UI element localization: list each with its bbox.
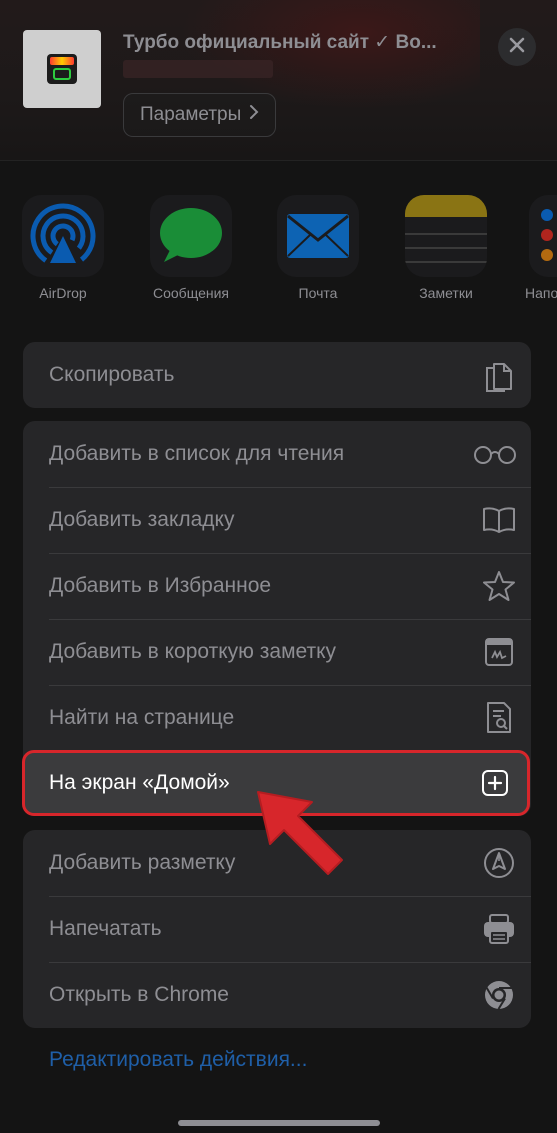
app-label: Почта bbox=[298, 285, 338, 301]
pointer-arrow-icon bbox=[257, 791, 343, 875]
book-icon bbox=[481, 502, 517, 538]
mail-icon bbox=[277, 195, 359, 277]
share-apps-row: AirDrop Сообщения Почта Заметки Напо bbox=[0, 195, 557, 315]
home-indicator[interactable] bbox=[178, 1120, 380, 1126]
action-label: Добавить разметку bbox=[49, 851, 236, 874]
app-mail[interactable]: Почта bbox=[263, 195, 373, 301]
action-favorites[interactable]: Добавить в Избранное bbox=[23, 553, 531, 619]
quick-note-icon bbox=[481, 634, 517, 670]
copy-icon bbox=[481, 357, 517, 393]
glasses-icon bbox=[473, 436, 517, 472]
close-button[interactable] bbox=[498, 28, 536, 66]
options-button[interactable]: Параметры bbox=[123, 93, 277, 137]
app-messages[interactable]: Сообщения bbox=[136, 195, 246, 301]
action-label: На экран «Домой» bbox=[49, 771, 230, 794]
app-notes[interactable]: Заметки bbox=[391, 195, 501, 301]
messages-icon bbox=[150, 195, 232, 277]
site-thumbnail bbox=[23, 30, 101, 108]
chrome-icon bbox=[481, 977, 517, 1013]
app-label: AirDrop bbox=[39, 285, 87, 301]
app-label: Напо bbox=[525, 285, 557, 301]
action-label: Скопировать bbox=[49, 363, 175, 386]
add-square-icon bbox=[477, 765, 513, 801]
action-label: Добавить в список для чтения bbox=[49, 442, 345, 465]
action-label: Напечатать bbox=[49, 917, 162, 940]
action-label: Найти на странице bbox=[49, 706, 235, 729]
action-label: Открыть в Chrome bbox=[49, 983, 229, 1006]
close-icon bbox=[509, 37, 525, 58]
action-find-on-page[interactable]: Найти на странице bbox=[23, 685, 531, 751]
star-icon bbox=[481, 568, 517, 604]
airdrop-icon bbox=[22, 195, 104, 277]
edit-actions-link[interactable]: Редактировать действия... bbox=[49, 1048, 307, 1072]
action-group-copy: Скопировать bbox=[23, 342, 531, 408]
share-header: Турбо официальный сайт ✓ Во... Параметры bbox=[0, 0, 557, 161]
app-label: Сообщения bbox=[153, 285, 229, 301]
options-label: Параметры bbox=[140, 104, 242, 125]
app-reminders[interactable]: Напо bbox=[519, 195, 557, 301]
app-label: Заметки bbox=[419, 285, 473, 301]
markup-pen-icon bbox=[481, 845, 517, 881]
action-print[interactable]: Напечатать bbox=[23, 896, 531, 962]
share-sheet: Турбо официальный сайт ✓ Во... Параметры bbox=[0, 0, 557, 1133]
site-title: Турбо официальный сайт ✓ Во... bbox=[123, 32, 437, 53]
site-logo-icon bbox=[47, 54, 77, 84]
action-bookmark[interactable]: Добавить закладку bbox=[23, 487, 531, 553]
chevron-right-icon bbox=[249, 104, 259, 126]
reminders-icon bbox=[529, 195, 557, 277]
action-label: Добавить в короткую заметку bbox=[49, 640, 337, 663]
action-open-in-chrome[interactable]: Открыть в Chrome bbox=[23, 962, 531, 1028]
action-label: Добавить в Избранное bbox=[49, 574, 272, 597]
action-copy[interactable]: Скопировать bbox=[23, 342, 531, 408]
site-url-blurred bbox=[123, 60, 273, 78]
notes-icon bbox=[405, 195, 487, 277]
action-quick-note[interactable]: Добавить в короткую заметку bbox=[23, 619, 531, 685]
action-label: Добавить закладку bbox=[49, 508, 235, 531]
printer-icon bbox=[481, 911, 517, 947]
action-reading-list[interactable]: Добавить в список для чтения bbox=[23, 421, 531, 487]
find-page-icon bbox=[481, 700, 517, 736]
app-airdrop[interactable]: AirDrop bbox=[8, 195, 118, 301]
